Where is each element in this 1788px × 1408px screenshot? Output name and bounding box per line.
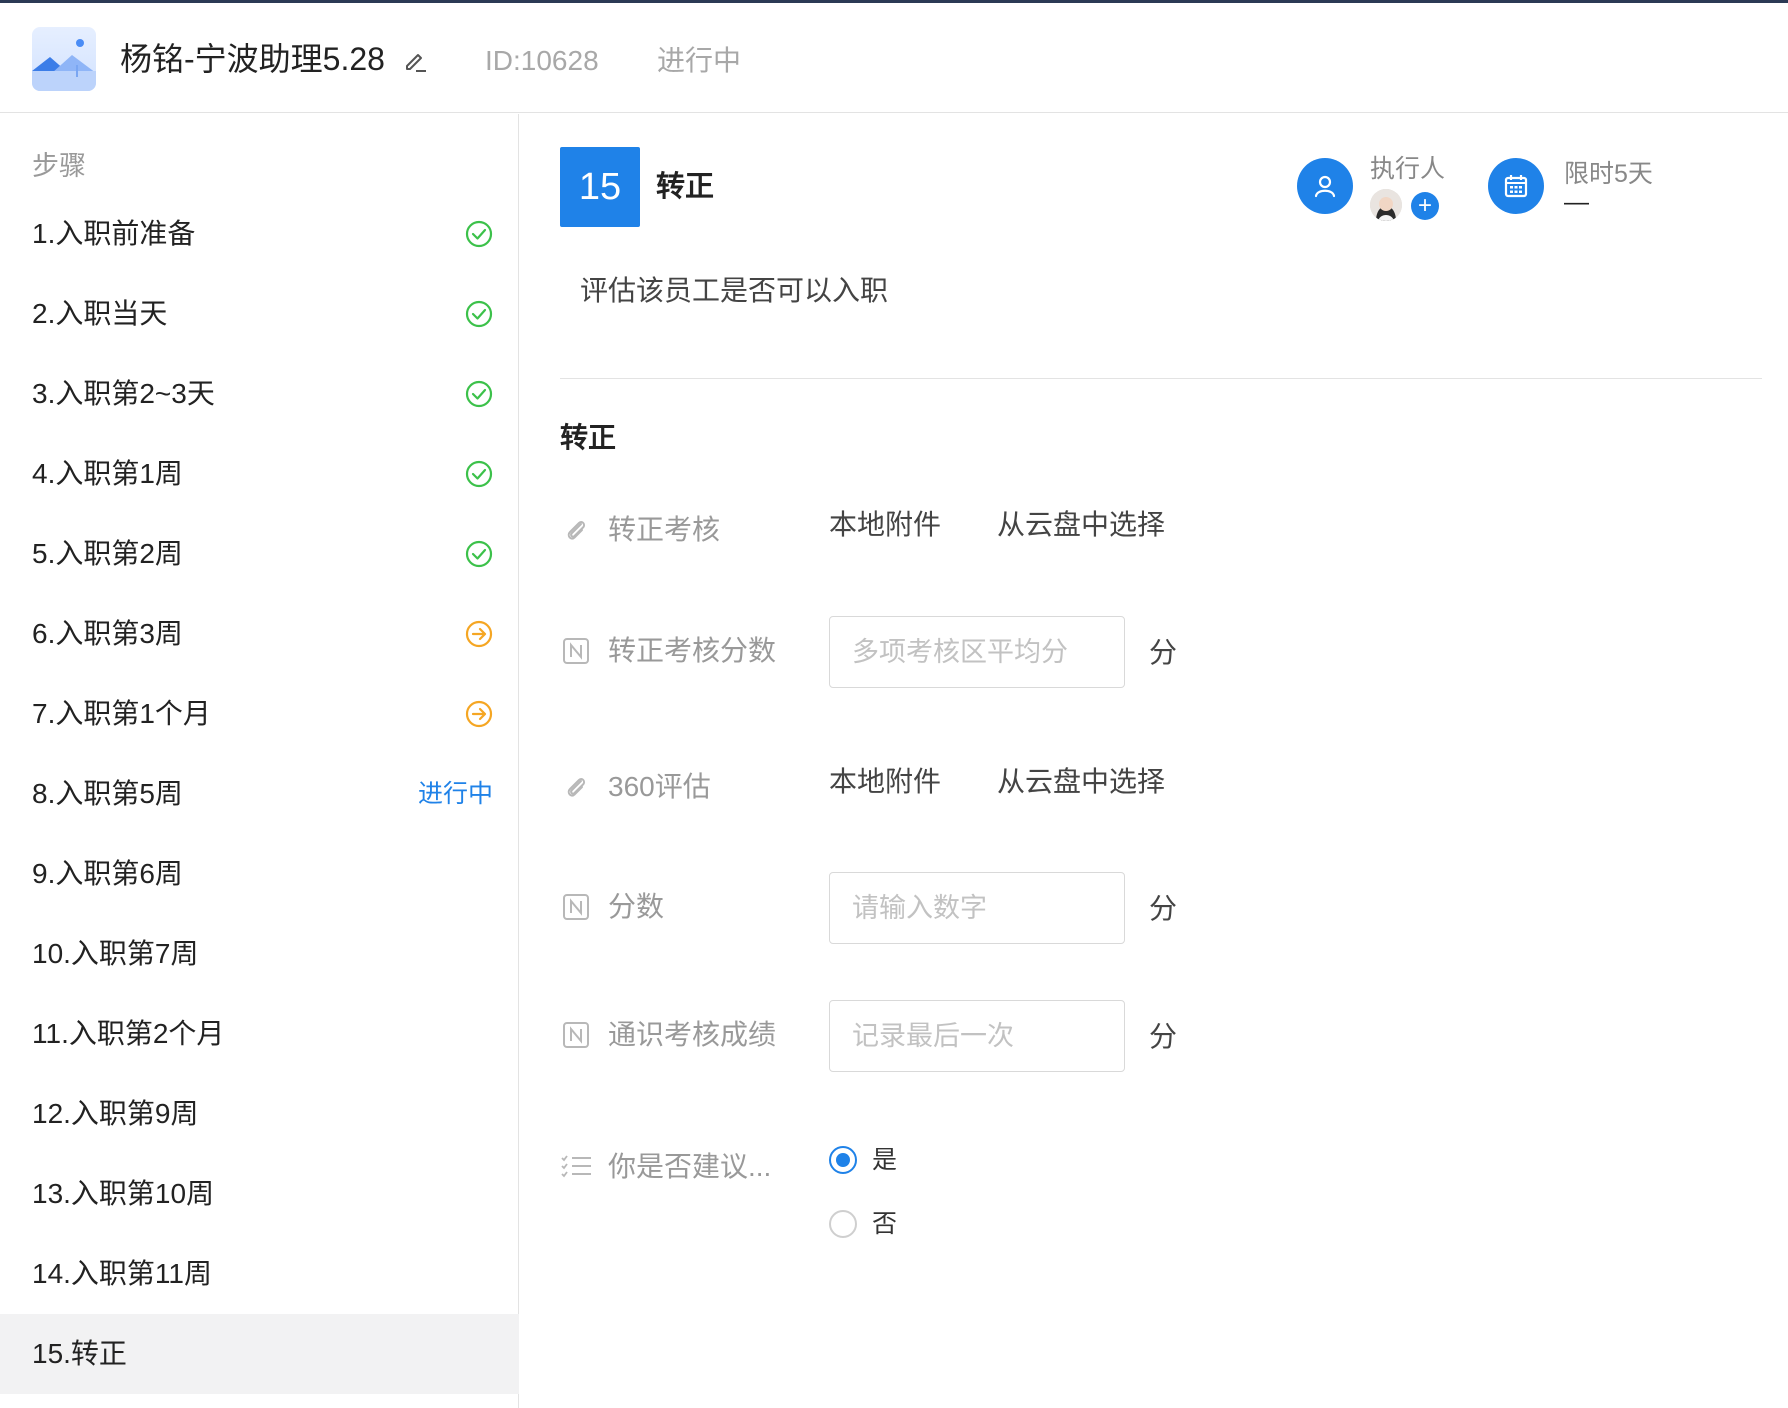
check-circle-icon [465,300,493,328]
status-text: 进行中 [657,45,742,76]
check-circle-icon [465,220,493,248]
sidebar-step-item[interactable]: 12.入职第9周 [0,1074,519,1154]
step-label: 7.入职第1个月 [32,698,211,729]
sidebar-step-item[interactable]: 6.入职第3周 [0,594,519,674]
number-field-icon [563,1022,589,1048]
sidebar-step-item[interactable]: 14.入职第11周 [0,1234,519,1314]
local-attachment-button[interactable]: 本地附件 [829,505,941,545]
step-label: 3.入职第2~3天 [32,378,215,409]
header: 杨铭-宁波助理5.28 ID:10628 进行中 [0,3,1788,113]
sidebar-step-item[interactable]: 3.入职第2~3天 [0,354,519,434]
step-label: 9.入职第6周 [32,858,183,889]
review-score-input[interactable] [829,616,1125,688]
sidebar-step-item[interactable]: 15.转正 [0,1314,519,1394]
calendar-icon [1504,175,1528,198]
sidebar-step-item[interactable]: 10.入职第7周 [0,914,519,994]
step-detail: 15 转正 执行人 + 限时5天 — 评估该员工是否可以入职 转正 转正考核 本… [520,114,1788,1408]
recommend-label: 你是否建议... [608,1151,772,1182]
step-label: 5.入职第2周 [32,538,183,569]
step-label: 10.入职第7周 [32,938,199,969]
general-exam-label: 通识考核成绩 [608,1019,777,1050]
eval-360-label: 360评估 [608,771,711,802]
review-attachment-label: 转正考核 [608,514,721,545]
sidebar-step-item[interactable]: 4.入职第1周 [0,434,519,514]
review-score-label: 转正考核分数 [608,635,777,666]
sidebar-step-item[interactable]: 7.入职第1个月 [0,674,519,754]
section-title: 转正 [560,422,617,453]
executor-button[interactable] [1297,158,1353,214]
check-circle-icon [465,540,493,568]
step-label: 11.入职第2个月 [32,1018,225,1049]
step-description: 评估该员工是否可以入职 [580,275,889,306]
local-attachment-button[interactable]: 本地附件 [829,762,941,802]
sidebar-step-item[interactable]: 9.入职第6周 [0,834,519,914]
step-number-badge: 15 [560,147,640,227]
avatar[interactable] [1370,189,1402,221]
paperclip-icon [567,521,586,540]
sidebar-step-item[interactable]: 1.入职前准备 [0,194,519,274]
divider [560,378,1762,379]
executor-label: 执行人 [1370,155,1446,183]
sidebar-step-item[interactable]: 13.入职第10周 [0,1154,519,1234]
step-label: 15.转正 [32,1338,127,1369]
image-placeholder-icon [32,27,96,91]
radio-no-label[interactable]: 否 [872,1206,897,1242]
step-label: 14.入职第11周 [32,1258,212,1289]
step-label: 4.入职第1周 [32,458,183,489]
cloud-select-button[interactable]: 从云盘中选择 [997,762,1165,802]
general-exam-input[interactable] [829,1000,1125,1072]
radio-no[interactable] [829,1210,857,1238]
unit-label: 分 [1149,893,1178,924]
arrow-right-circle-icon [465,700,493,728]
pencil-icon[interactable] [402,47,428,73]
unit-label: 分 [1149,637,1178,668]
check-circle-icon [465,460,493,488]
step-label: 13.入职第10周 [32,1178,215,1209]
check-circle-icon [465,380,493,408]
step-label: 6.入职第3周 [32,618,183,649]
user-icon [1314,175,1336,198]
score-label: 分数 [608,891,665,922]
sidebar-title: 步骤 [32,151,86,181]
sidebar-step-item[interactable]: 2.入职当天 [0,274,519,354]
sidebar-step-item[interactable]: 11.入职第2个月 [0,994,519,1074]
checklist-icon [561,1155,591,1178]
step-status-badge: 进行中 [417,780,493,808]
add-executor-button[interactable]: + [1411,192,1439,220]
cloud-select-button[interactable]: 从云盘中选择 [997,505,1165,545]
score-input[interactable] [829,872,1125,944]
sidebar-step-item[interactable]: 5.入职第2周 [0,514,519,594]
record-id: ID:10628 [485,45,599,76]
steps-sidebar: 步骤 1.入职前准备 2.入职当天 3.入职第2~3天 4.入职第1周 5.入职第2周 6… [0,114,519,1408]
step-label: 12.入职第9周 [32,1098,199,1129]
time-limit-value: — [1564,188,1589,216]
time-limit-label: 限时5天 [1564,160,1653,188]
sidebar-step-item[interactable]: 8.入职第5周 进行中 [0,754,519,834]
paperclip-icon [567,778,586,797]
step-title: 转正 [656,171,715,203]
step-label: 1.入职前准备 [32,218,196,249]
page-title: 杨铭-宁波助理5.28 [120,41,385,77]
time-limit-button[interactable] [1488,158,1544,214]
unit-label: 分 [1149,1021,1178,1052]
radio-yes[interactable] [829,1146,857,1174]
arrow-right-circle-icon [465,620,493,648]
number-field-icon [563,894,589,920]
radio-yes-label[interactable]: 是 [872,1142,897,1178]
step-label: 8.入职第5周 [32,778,183,809]
step-label: 2.入职当天 [32,298,168,329]
number-field-icon [563,638,589,664]
